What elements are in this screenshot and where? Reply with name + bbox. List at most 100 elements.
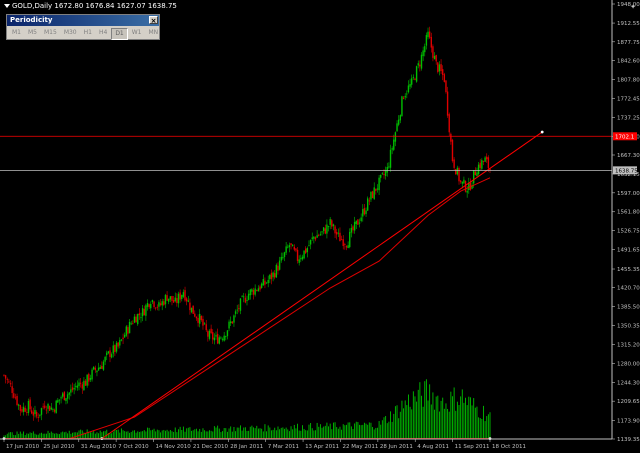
- candle-body: [48, 405, 51, 411]
- candle-body: [342, 239, 344, 247]
- candle-body: [223, 335, 225, 341]
- candle-body: [210, 328, 212, 333]
- candle-body: [340, 239, 343, 241]
- periodicity-button-m1[interactable]: M1: [9, 28, 24, 40]
- y-tick-label: 1561.80: [617, 210, 640, 216]
- candle-body: [265, 282, 268, 284]
- candle-body: [282, 257, 284, 259]
- periodicity-button-mn[interactable]: MN: [146, 28, 162, 40]
- candle-body: [366, 198, 369, 211]
- candle-body: [244, 297, 247, 303]
- candle-body: [137, 314, 139, 325]
- candle-body: [112, 345, 114, 354]
- candle-body: [474, 171, 477, 176]
- candle-body: [334, 226, 336, 234]
- candle-body: [110, 354, 113, 358]
- candle-body: [31, 410, 33, 414]
- candle-body: [8, 381, 10, 383]
- candle-body: [19, 405, 22, 411]
- candle-body: [122, 337, 124, 339]
- periodicity-button-m30[interactable]: M30: [61, 28, 80, 40]
- candle-body: [172, 300, 175, 303]
- candle-body: [446, 91, 449, 116]
- candle-body: [202, 318, 204, 326]
- periodicity-window[interactable]: Periodicity × M1 M5 M15 M30 H1 H4 D1 W1 MN: [6, 14, 160, 40]
- candle-body: [171, 296, 173, 301]
- candle-body: [386, 166, 388, 173]
- candle-body: [274, 273, 276, 278]
- candle-body: [427, 31, 429, 38]
- candle-body: [411, 78, 413, 85]
- candle-body: [216, 333, 219, 344]
- y-tick-label: 1173.90: [617, 418, 640, 424]
- close-icon[interactable]: ×: [149, 16, 158, 25]
- candle-body: [135, 316, 137, 323]
- candle-body: [393, 139, 395, 150]
- candle-body: [154, 307, 157, 309]
- candle-body: [29, 399, 31, 410]
- periodicity-button-h1[interactable]: H1: [81, 28, 95, 40]
- candle-body: [252, 290, 255, 295]
- candle-body: [218, 337, 220, 344]
- candle-body: [189, 302, 191, 311]
- candle-body: [158, 302, 160, 307]
- candle-body: [401, 96, 403, 117]
- candle-body: [177, 293, 180, 304]
- y-tick-label: 1842.60: [617, 59, 640, 65]
- candle-body: [192, 305, 194, 314]
- candle-body: [246, 300, 248, 301]
- candle-body: [32, 412, 35, 416]
- candle-body: [272, 272, 274, 278]
- candle-body: [151, 300, 154, 303]
- candle-body: [456, 167, 459, 175]
- candle-body: [425, 35, 428, 46]
- candle-body: [324, 228, 326, 234]
- periodicity-title-bar[interactable]: Periodicity ×: [7, 15, 159, 26]
- candle-body: [22, 406, 25, 413]
- candle-body: [287, 246, 289, 248]
- candle-body: [34, 409, 36, 414]
- candle-body: [358, 222, 361, 224]
- x-tick-label: 22 May 2011: [342, 444, 378, 450]
- y-tick-label: 1912.55: [617, 21, 640, 27]
- periodicity-button-w1[interactable]: W1: [129, 28, 145, 40]
- candle-body: [68, 392, 70, 395]
- y-tick-label: 1597.00: [617, 191, 640, 197]
- candle-body: [363, 208, 366, 215]
- candle-body: [481, 160, 483, 169]
- candle-body: [362, 209, 364, 217]
- candle-body: [114, 345, 116, 353]
- chart-settings-icon[interactable]: ✦: [630, 3, 636, 11]
- candle-body: [88, 373, 90, 382]
- y-tick-label: 1526.75: [617, 229, 640, 235]
- candle-body: [487, 157, 490, 169]
- y-tick-label: 1667.30: [617, 153, 640, 159]
- candle-body: [168, 298, 170, 302]
- trendline-anchor[interactable]: [540, 130, 544, 134]
- candle-body: [311, 237, 313, 239]
- periodicity-button-m5[interactable]: M5: [25, 28, 40, 40]
- candle-body: [476, 172, 478, 177]
- y-tick-label: 1491.65: [617, 247, 640, 253]
- periodicity-button-d1[interactable]: D1: [111, 28, 128, 40]
- x-tick-label: 14 Nov 2010: [156, 444, 192, 450]
- candle-body: [208, 330, 211, 339]
- candle-body: [156, 306, 159, 308]
- candle-body: [194, 313, 196, 317]
- candle-body: [115, 342, 118, 352]
- candle-body: [262, 278, 265, 286]
- candle-body: [164, 294, 167, 305]
- candle-body: [3, 374, 5, 376]
- price-tag-label: 1638.75: [615, 168, 638, 174]
- candle-body: [451, 139, 454, 162]
- candle-body: [484, 157, 486, 162]
- candle-body: [79, 382, 82, 384]
- price-chart[interactable]: 1948.00 1912.55 1877.75 1842.60 1807.80 1772.…: [0, 0, 640, 453]
- candle-body: [60, 397, 62, 399]
- candle-body: [159, 303, 162, 306]
- periodicity-button-m15[interactable]: M15: [41, 28, 60, 40]
- candle-body: [347, 245, 349, 249]
- candle-body: [414, 78, 416, 81]
- periodicity-button-h4[interactable]: H4: [96, 28, 110, 40]
- candle-body: [207, 331, 209, 337]
